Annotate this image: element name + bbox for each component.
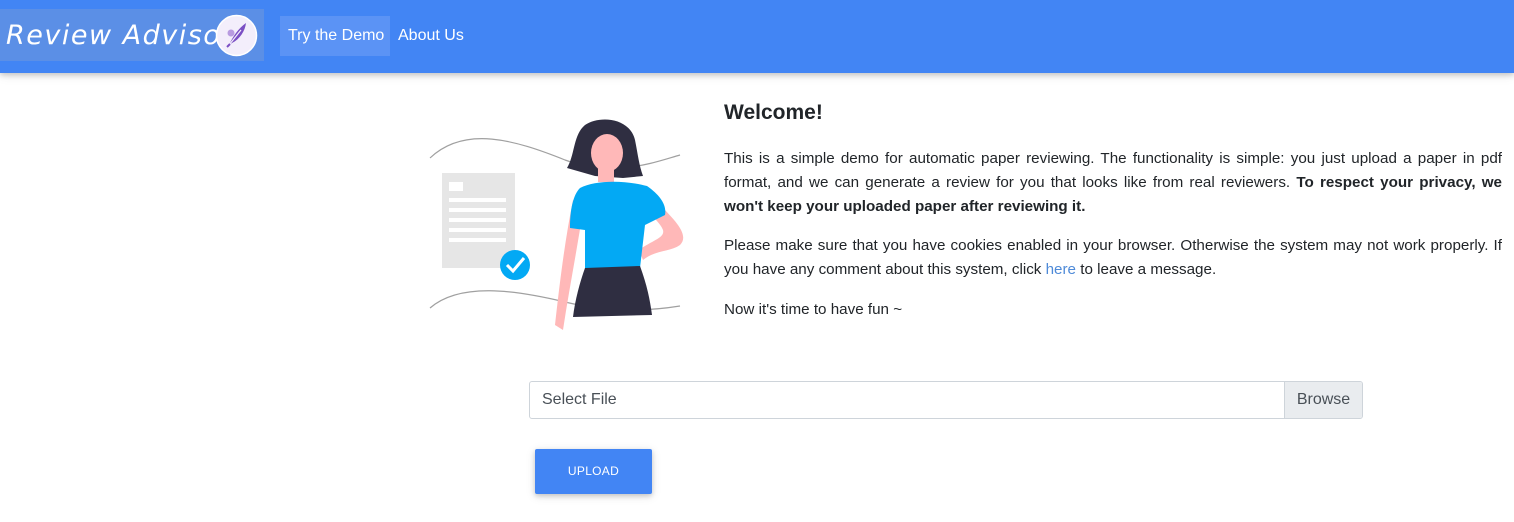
intro-paragraph: This is a simple demo for automatic pape… [724, 147, 1502, 219]
file-input[interactable]: Select File Browse [529, 381, 1363, 419]
browse-button[interactable]: Browse [1284, 382, 1362, 418]
nav-link-about-us[interactable]: About Us [390, 16, 472, 56]
woman-figure [555, 119, 684, 330]
quill-logo-icon [215, 14, 258, 57]
checkmark-icon [500, 250, 530, 280]
cookies-paragraph: Please make sure that you have cookies e… [724, 234, 1502, 282]
cookies-tail-text: to leave a message. [1076, 261, 1217, 278]
file-input-placeholder: Select File [542, 391, 617, 408]
fun-paragraph: Now it's time to have fun ~ [724, 301, 903, 318]
document-icon [442, 173, 515, 268]
welcome-title: Welcome! [724, 101, 823, 124]
nav-link-try-demo[interactable]: Try the Demo [280, 16, 390, 56]
comment-here-link[interactable]: here [1046, 261, 1076, 278]
brand-name: Review Advisor [6, 19, 234, 51]
welcome-illustration [429, 119, 684, 330]
navbar: Review Advisor Try the Demo About Us [0, 0, 1514, 73]
upload-button[interactable]: UPLOAD [535, 449, 652, 494]
brand[interactable]: Review Advisor [0, 9, 264, 61]
